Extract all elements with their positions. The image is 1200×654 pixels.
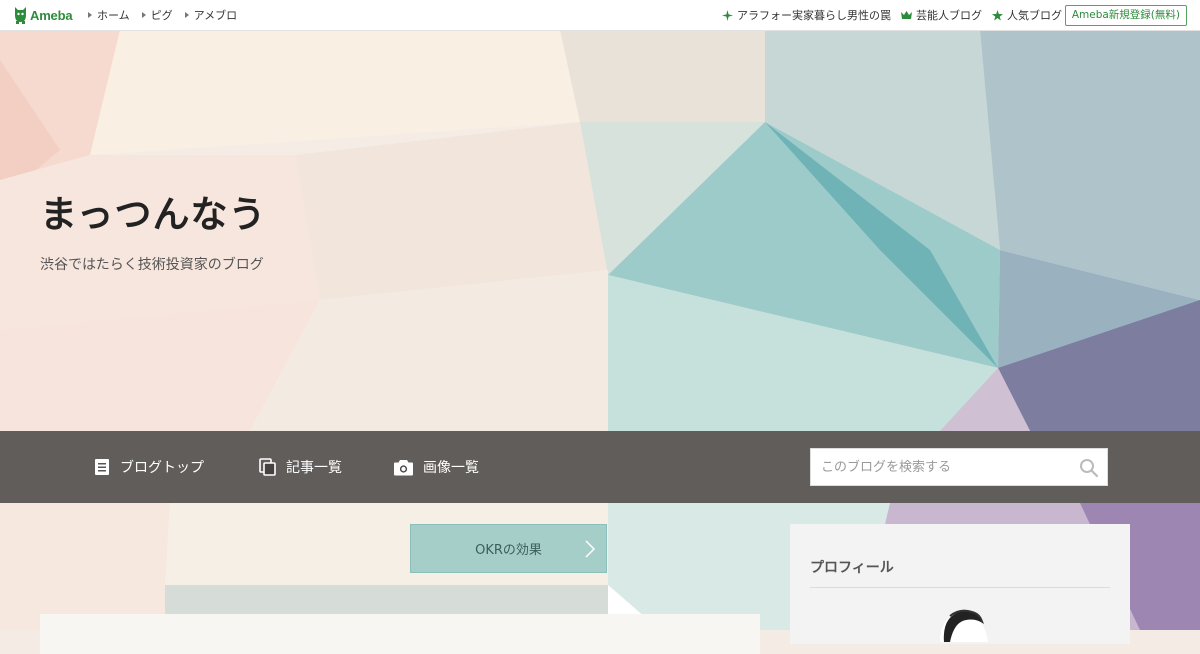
profile-divider [810,587,1110,588]
nav-article-list-label: 記事一覧 [286,460,342,476]
nav-article-list[interactable]: 記事一覧 [259,431,342,503]
camera-icon [394,459,413,475]
topnav-celebrity-label: 芸能人ブログ [916,9,982,22]
sidebar-profile: プロフィール [790,524,1130,644]
ameba-logo[interactable]: Ameba [13,6,73,24]
arrow-right-icon [141,12,146,18]
article-card [40,614,760,654]
blog-title[interactable]: まっつんなう [40,184,267,238]
ameba-logo-text: Ameba [30,7,73,23]
blog-navbar: ブログトップ 記事一覧 画像一覧 [0,431,1200,503]
search-icon[interactable] [1079,458,1099,482]
document-icon [95,459,109,475]
topnav-popular-label: 人気ブログ [1007,9,1062,22]
profile-avatar[interactable] [910,602,1010,642]
topnav-pigg-label: ピグ [150,9,173,22]
nav-image-list-label: 画像一覧 [423,460,479,476]
topnav-popular-blogs[interactable]: 人気ブログ [992,7,1062,23]
ameba-mascot-icon [15,7,26,24]
blog-search-box [810,448,1108,486]
ameba-right-nav: アラフォー実家暮らし男性の罠 芸能人ブログ 人気ブログ [712,0,1062,30]
crown-icon [901,10,912,20]
blog-description: 渋谷ではたらく技術投資家のブログ [40,257,264,273]
arrow-right-icon [88,12,92,18]
profile-heading: プロフィール [810,560,894,576]
copy-icon [259,458,276,476]
nav-image-list[interactable]: 画像一覧 [394,431,479,503]
topnav-celebrity-blogs[interactable]: 芸能人ブログ [901,7,982,23]
arrow-right-icon [184,12,189,18]
sparkle-icon [722,9,733,21]
topnav-trending-entry[interactable]: アラフォー実家暮らし男性の罠 [722,7,891,23]
topic-link-okr[interactable]: OKRの効果 [410,524,607,573]
ameba-left-nav: ホーム ピグ アメブロ [88,0,249,30]
topnav-home[interactable]: ホーム [88,7,130,23]
topnav-ameblo[interactable]: アメブロ [184,7,238,23]
ameba-signup-button[interactable]: Ameba新規登録(無料) [1064,5,1187,26]
topnav-ameblo-label: アメブロ [193,9,238,22]
ameba-global-header: Ameba ホーム ピグ アメブロ アラフォー実家暮らし男性の罠 芸能人ブログ [0,0,1200,31]
topic-link-label: OKRの効果 [475,543,542,558]
chevron-right-icon [585,540,596,558]
topnav-trending-label: アラフォー実家暮らし男性の罠 [737,9,891,22]
topnav-pigg[interactable]: ピグ [141,7,173,23]
nav-blog-top-label: ブログトップ [120,460,204,476]
nav-blog-top[interactable]: ブログトップ [94,431,204,503]
star-icon [992,9,1003,21]
topnav-home-label: ホーム [97,9,130,22]
blog-search-input[interactable] [811,449,1091,485]
